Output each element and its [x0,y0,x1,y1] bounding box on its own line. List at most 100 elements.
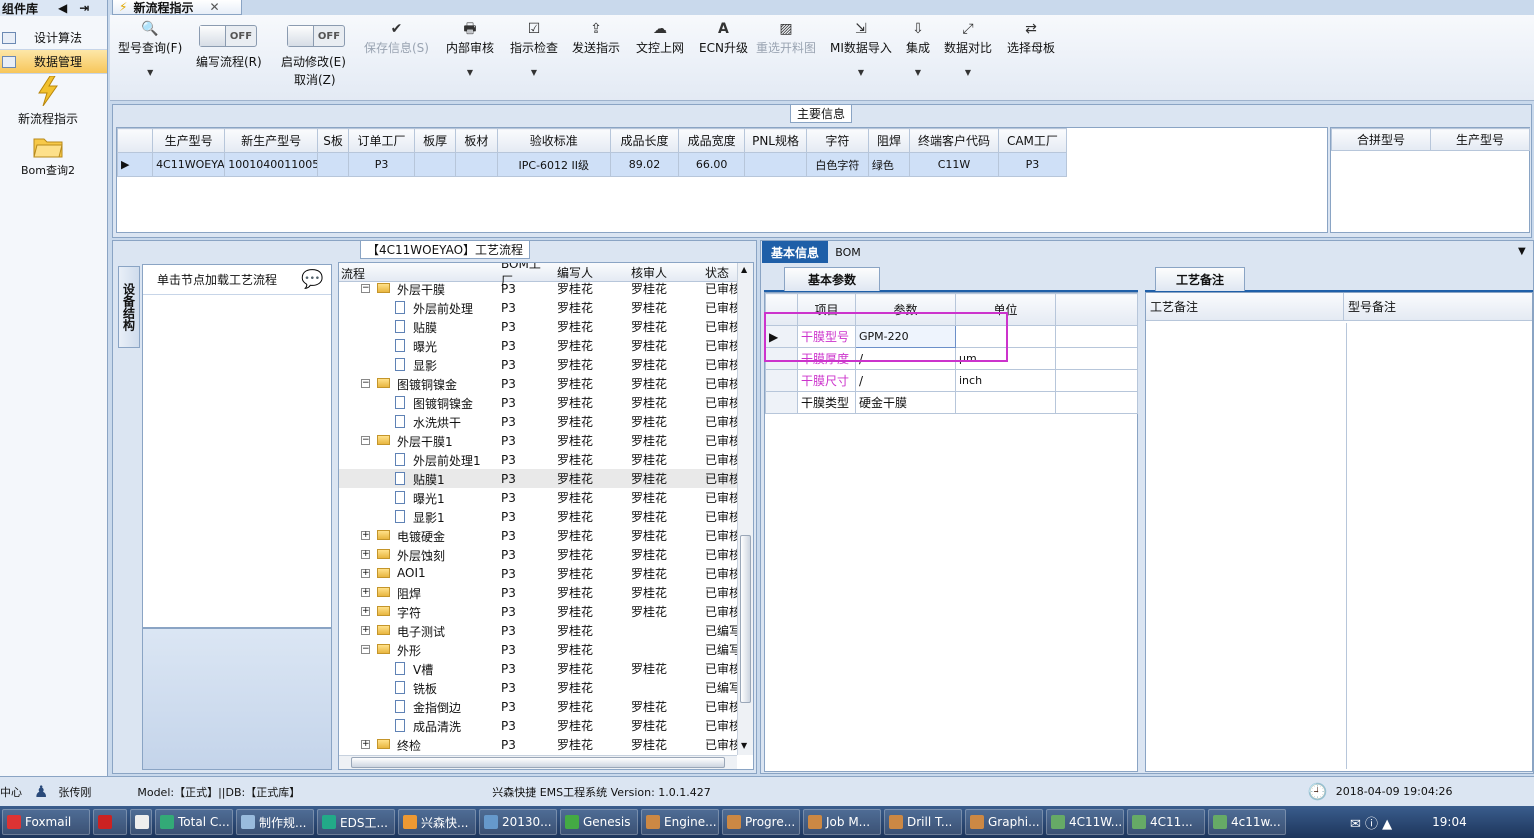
column-header[interactable]: 成品宽度 [678,128,746,153]
taskbar-button[interactable]: Total C... [155,809,233,835]
integrate-button[interactable]: ⇩ 集成 ▼ [906,21,930,77]
tree-row[interactable]: − 外形 P3 罗桂花 已编写 [339,640,737,659]
column-header[interactable]: PNL规格 [744,128,807,153]
tree-row[interactable]: 外层前处理1 P3 罗桂花 罗桂花 已审核 [339,450,737,469]
horizontal-scrollbar[interactable] [339,755,737,769]
param-value-input[interactable]: / [855,369,956,392]
tree-row[interactable]: + 字符 P3 罗桂花 罗桂花 已审核 [339,602,737,621]
column-header[interactable]: 字符 [805,128,869,153]
table-row[interactable]: 干膜尺寸 / inch [765,369,1138,392]
ecn-upgrade-button[interactable]: A ECN升级 [699,21,748,56]
taskbar-button[interactable]: 20130... [479,809,557,835]
table-row[interactable]: ▶ 4C11WOEYAO 10010400110053 P3 IPC-6012 … [117,152,1068,177]
pin-arrow-icon[interactable]: ⇥ [79,1,89,15]
taskbar-button[interactable]: EDS工... [317,809,395,835]
expand-toggle-icon[interactable]: + [361,550,370,559]
tree-row[interactable]: + 外层蚀刻 P3 罗桂花 罗桂花 已审核 [339,545,737,564]
param-value-input[interactable]: 硬金干膜 [855,391,956,414]
taskbar-button[interactable]: 4C11W... [1046,809,1124,835]
chevron-down-icon[interactable]: ▼ [1518,246,1526,257]
close-icon[interactable]: ✕ [209,0,219,14]
tree-row[interactable]: − 外层干膜 P3 罗桂花 罗桂花 已审核 [339,281,737,298]
reselect-cutting-map-button[interactable]: ▨ 重选开料图 [756,21,816,56]
tree-row[interactable]: 显影1 P3 罗桂花 罗桂花 已审核 [339,507,737,526]
internal-review-button[interactable]: 🖶 内部审核 ▼ [446,21,494,77]
taskbar-button[interactable]: Foxmail [2,809,90,835]
tree-row[interactable]: − 图镀铜镍金 P3 罗桂花 罗桂花 已审核 [339,374,737,393]
expand-toggle-icon[interactable]: + [361,588,370,597]
column-header[interactable]: 编写人 [551,264,625,281]
column-header[interactable]: 生产型号 [152,128,226,153]
tree-row[interactable]: 水洗烘干 P3 罗桂花 罗桂花 已审核 [339,412,737,431]
taskbar-button[interactable]: Engine... [641,809,719,835]
speech-bubble-icon[interactable]: 💬 [301,269,323,290]
tree-row[interactable]: 贴膜1 P3 罗桂花 罗桂花 已审核 [339,469,737,488]
tree-row[interactable]: + 终检 P3 罗桂花 罗桂花 已审核 [339,735,737,751]
tab-new-process[interactable]: ⚡ 新流程指示 ✕ [112,0,242,15]
taskbar-button[interactable]: Genesis [560,809,638,835]
taskbar-button[interactable]: 兴森快... [398,809,476,835]
expand-toggle-icon[interactable]: − [361,645,370,654]
tree-row[interactable]: 显影 P3 罗桂花 罗桂花 已审核 [339,355,737,374]
tree-row[interactable]: + 电镀硬金 P3 罗桂花 罗桂花 已审核 [339,526,737,545]
column-header[interactable]: 成品长度 [609,128,680,153]
tab-process-remark[interactable]: 工艺备注 [1155,267,1245,291]
tree-row[interactable]: 曝光1 P3 罗桂花 罗桂花 已审核 [339,488,737,507]
tree-row[interactable]: 外层前处理 P3 罗桂花 罗桂花 已审核 [339,298,737,317]
dropdown-arrow-icon[interactable]: ▼ [467,68,473,77]
nav-item-design-algorithm[interactable]: 设计算法 [0,26,107,50]
column-header[interactable]: 核审人 [625,264,699,281]
save-info-button[interactable]: ✔ 保存信息(S) [364,21,429,56]
model-query-button[interactable]: 🔍 型号查询(F) ▼ [118,21,182,77]
taskbar-button[interactable]: Drill T... [884,809,962,835]
expand-toggle-icon[interactable]: + [361,531,370,540]
expand-toggle-icon[interactable]: − [361,284,370,293]
column-header[interactable]: 生产型号 [1430,128,1530,151]
expand-toggle-icon[interactable]: + [361,607,370,616]
column-header[interactable]: 新生产型号 [224,128,319,153]
dropdown-arrow-icon[interactable]: ▼ [915,68,921,77]
taskbar-button[interactable]: Progre... [722,809,800,835]
select-motherboard-button[interactable]: ⇄ 选择母板 [1007,21,1055,56]
tree-row[interactable]: V槽 P3 罗桂花 罗桂花 已审核 [339,659,737,678]
column-header[interactable]: 板厚 [414,128,457,153]
scroll-down-icon[interactable]: ▼ [741,741,747,750]
taskbar-button[interactable]: 4c11w... [1208,809,1286,835]
data-compare-button[interactable]: ⤢ 数据对比 ▼ [944,21,992,77]
document-control-button[interactable]: ☁ 文控上网 [636,21,684,56]
column-header[interactable]: CAM工厂 [997,128,1068,153]
instruction-check-button[interactable]: ☑ 指示检查 ▼ [510,21,558,77]
expand-toggle-icon[interactable]: + [361,569,370,578]
edit-process-toggle[interactable]: OFF [199,25,257,47]
dropdown-arrow-icon[interactable]: ▼ [965,68,971,77]
column-header[interactable]: 状态 [699,264,737,281]
column-header[interactable]: 终端客户代码 [909,128,999,153]
tab-bom[interactable]: BOM [828,241,868,263]
tree-row[interactable]: + AOI1 P3 罗桂花 罗桂花 已审核 [339,564,737,583]
tree-row[interactable]: 成品清洗 P3 罗桂花 罗桂花 已审核 [339,716,737,735]
start-modify-toggle[interactable]: OFF [287,25,345,47]
tree-row[interactable]: + 阻焊 P3 罗桂花 罗桂花 已审核 [339,583,737,602]
tab-basic-info[interactable]: 基本信息 [762,241,828,263]
expand-toggle-icon[interactable]: + [361,626,370,635]
column-header[interactable]: 板材 [455,128,498,153]
mi-data-import-button[interactable]: ⇲ MI数据导入 ▼ [830,21,892,77]
column-header[interactable]: 流程 [339,263,495,282]
taskbar-button[interactable]: 4C11... [1127,809,1205,835]
taskbar-button[interactable] [130,809,152,835]
tree-row[interactable]: 金指倒边 P3 罗桂花 罗桂花 已审核 [339,697,737,716]
nav-item-data-management[interactable]: 数据管理 [0,50,107,74]
taskbar-button[interactable]: 制作规... [236,809,314,835]
tree-row[interactable]: − 外层干膜1 P3 罗桂花 罗桂花 已审核 [339,431,737,450]
expand-toggle-icon[interactable]: − [361,436,370,445]
tree-row[interactable]: 贴膜 P3 罗桂花 罗桂花 已审核 [339,317,737,336]
back-arrow-icon[interactable]: ◀ [58,1,67,15]
table-row[interactable]: 干膜类型 硬金干膜 [765,391,1138,414]
dropdown-arrow-icon[interactable]: ▼ [147,68,153,77]
expand-toggle-icon[interactable]: − [361,379,370,388]
process-remark-input[interactable] [1148,323,1342,769]
scrollbar-thumb[interactable] [351,757,725,768]
tree-row[interactable]: 图镀铜镍金 P3 罗桂花 罗桂花 已审核 [339,393,737,412]
tree-row[interactable]: + 电子测试 P3 罗桂花 已编写 [339,621,737,640]
tab-basic-params[interactable]: 基本参数 [784,267,880,291]
